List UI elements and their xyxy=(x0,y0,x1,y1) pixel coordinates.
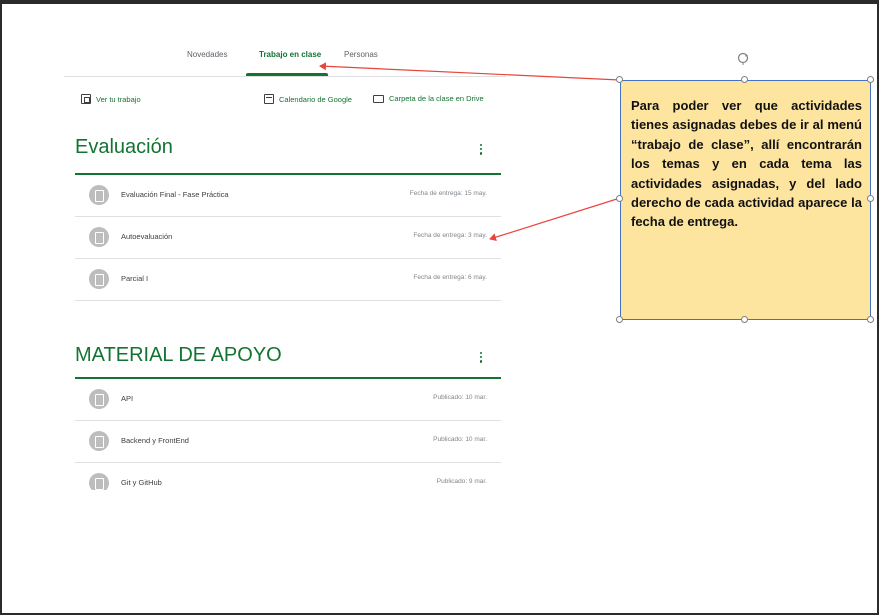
active-tab-indicator xyxy=(246,73,328,76)
assignment-icon xyxy=(89,269,109,289)
due-date: Fecha de entrega: 3 may. xyxy=(413,232,487,239)
classroom-tabs: Novedades Trabajo en clase Personas xyxy=(64,40,506,77)
resize-handle[interactable] xyxy=(616,76,623,83)
material-icon xyxy=(89,389,109,409)
material-icon xyxy=(89,473,109,490)
list-item[interactable]: Autoevaluación Fecha de entrega: 3 may. xyxy=(75,217,501,259)
published-date: Publicado: 10 mar. xyxy=(433,394,487,401)
view-work-link[interactable]: Ver tu trabajo xyxy=(81,94,141,104)
list-item[interactable]: API Publicado: 10 mar. xyxy=(75,379,501,421)
list-item[interactable]: Backend y FrontEnd Publicado: 10 mar. xyxy=(75,421,501,463)
published-date: Publicado: 9 mar. xyxy=(436,478,487,485)
list-item[interactable]: Git y GitHub Publicado: 9 mar. xyxy=(75,463,501,490)
assignment-icon xyxy=(89,227,109,247)
folder-icon xyxy=(373,94,384,103)
tab-novedades[interactable]: Novedades xyxy=(187,50,227,59)
classwork-actions: Ver tu trabajo Calendario de Google Carp… xyxy=(64,92,506,110)
rotate-handle-icon[interactable] xyxy=(736,51,750,65)
classroom-screenshot: Novedades Trabajo en clase Personas Ver … xyxy=(64,40,506,490)
tab-personas[interactable]: Personas xyxy=(344,50,378,59)
calendar-icon xyxy=(264,94,274,104)
google-calendar-label: Calendario de Google xyxy=(279,94,352,104)
drive-folder-label: Carpeta de la clase en Drive xyxy=(389,94,484,103)
tab-trabajo-en-clase[interactable]: Trabajo en clase xyxy=(259,50,321,59)
published-date: Publicado: 10 mar. xyxy=(433,436,487,443)
resize-handle[interactable] xyxy=(741,76,748,83)
assignment-icon xyxy=(89,185,109,205)
resize-handle[interactable] xyxy=(867,316,874,323)
resize-handle[interactable] xyxy=(616,195,623,202)
more-vert-icon[interactable] xyxy=(479,144,483,158)
item-title: Evaluación Final - Fase Práctica xyxy=(121,190,229,199)
section-title-material-de-apoyo: MATERIAL DE APOYO xyxy=(75,344,282,366)
assignment-icon xyxy=(81,94,91,104)
more-vert-icon[interactable] xyxy=(479,352,483,366)
list-item[interactable]: Evaluación Final - Fase Práctica Fecha d… xyxy=(75,175,501,217)
list-item[interactable]: Parcial I Fecha de entrega: 6 may. xyxy=(75,259,501,301)
callout-text: Para poder ver que actividades tienes as… xyxy=(631,98,862,230)
drive-folder-link[interactable]: Carpeta de la clase en Drive xyxy=(373,94,484,103)
instruction-callout: Para poder ver que actividades tienes as… xyxy=(620,80,871,320)
material-icon xyxy=(89,431,109,451)
section-title-evaluacion: Evaluación xyxy=(75,136,173,158)
view-work-label: Ver tu trabajo xyxy=(96,94,141,104)
due-date: Fecha de entrega: 15 may. xyxy=(409,190,487,197)
item-title: Git y GitHub xyxy=(121,478,162,487)
due-date: Fecha de entrega: 6 may. xyxy=(413,274,487,281)
resize-handle[interactable] xyxy=(867,76,874,83)
item-title: Parcial I xyxy=(121,274,149,283)
item-title: Autoevaluación xyxy=(121,232,173,241)
resize-handle[interactable] xyxy=(867,195,874,202)
resize-handle[interactable] xyxy=(741,316,748,323)
item-title: Backend y FrontEnd xyxy=(121,436,189,445)
resize-handle[interactable] xyxy=(616,316,623,323)
item-title: API xyxy=(121,394,134,403)
google-calendar-link[interactable]: Calendario de Google xyxy=(264,94,352,104)
